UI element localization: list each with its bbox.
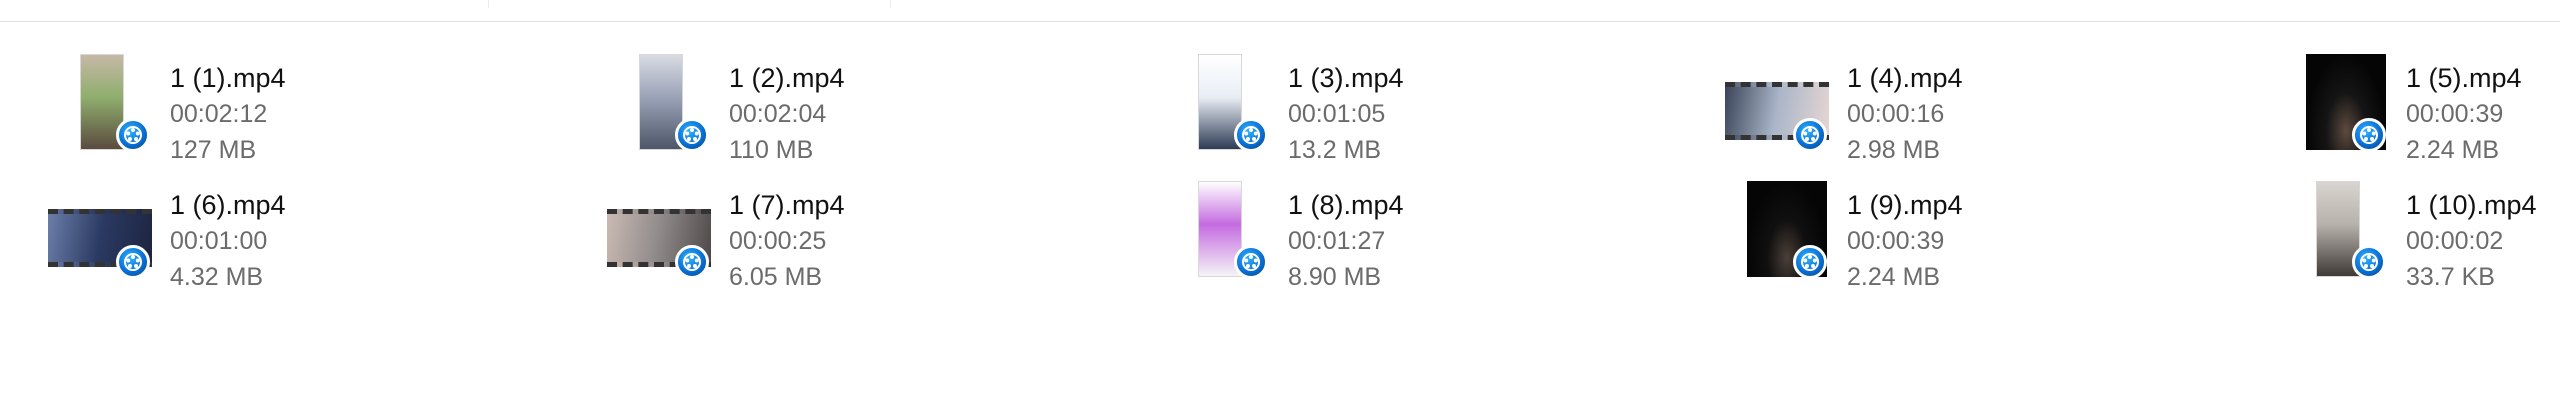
- file-name[interactable]: 1 (2).mp4: [729, 60, 845, 96]
- qq-video-badge-icon: [675, 118, 709, 152]
- video-thumbnail[interactable]: [607, 54, 713, 154]
- video-thumbnail[interactable]: [607, 181, 713, 281]
- video-thumbnail[interactable]: [48, 54, 154, 154]
- file-duration: 00:00:16: [1847, 100, 1945, 128]
- file-details: 1 (9).mp4 00:00:39 2.24 MB: [1847, 187, 1963, 295]
- file-explorer-view: 1 (1).mp4 00:02:12 127 MB 1 (2).mp4 00:02:04…: [0, 0, 2560, 405]
- qq-video-badge-icon: [116, 245, 150, 279]
- file-name[interactable]: 1 (9).mp4: [1847, 187, 1963, 223]
- video-thumbnail[interactable]: [1166, 181, 1272, 281]
- column-divider[interactable]: [488, 0, 489, 8]
- qq-video-badge-icon: [2352, 245, 2386, 279]
- file-duration: 00:01:27: [1288, 227, 1386, 255]
- file-duration: 00:00:25: [729, 227, 827, 255]
- qq-video-badge-icon: [1793, 245, 1827, 279]
- file-duration: 00:00:39: [2406, 100, 2504, 128]
- video-thumbnail[interactable]: [2284, 54, 2390, 154]
- qq-video-badge-icon: [2352, 118, 2386, 152]
- file-details: 1 (7).mp4 00:00:25 6.05 MB: [729, 187, 845, 295]
- qq-video-badge-icon: [1234, 245, 1268, 279]
- file-item[interactable]: 1 (3).mp4 00:01:05 13.2 MB: [1146, 36, 1686, 164]
- file-details: 1 (8).mp4 00:01:27 8.90 MB: [1288, 187, 1404, 295]
- file-details: 1 (4).mp4 00:00:16 2.98 MB: [1847, 60, 1963, 168]
- file-name[interactable]: 1 (8).mp4: [1288, 187, 1404, 223]
- file-item[interactable]: 1 (5).mp4 00:00:39 2.24 MB: [2264, 36, 2560, 164]
- file-size: 6.05 MB: [729, 263, 823, 291]
- file-item[interactable]: 1 (10).mp4 00:00:02 33.7 KB: [2264, 163, 2560, 291]
- file-name[interactable]: 1 (6).mp4: [170, 187, 286, 223]
- file-details: 1 (10).mp4 00:00:02 33.7 KB: [2406, 187, 2537, 295]
- file-name[interactable]: 1 (4).mp4: [1847, 60, 1963, 96]
- file-item[interactable]: 1 (1).mp4 00:02:12 127 MB: [28, 36, 568, 164]
- file-duration: 00:02:04: [729, 100, 827, 128]
- file-size: 33.7 KB: [2406, 263, 2495, 291]
- file-duration: 00:02:12: [170, 100, 268, 128]
- video-thumbnail[interactable]: [1725, 54, 1831, 154]
- qq-video-badge-icon: [1234, 118, 1268, 152]
- file-item[interactable]: 1 (8).mp4 00:01:27 8.90 MB: [1146, 163, 1686, 291]
- file-item[interactable]: 1 (2).mp4 00:02:04 110 MB: [587, 36, 1127, 164]
- file-size: 2.24 MB: [1847, 263, 1941, 291]
- file-name[interactable]: 1 (3).mp4: [1288, 60, 1404, 96]
- video-thumbnail[interactable]: [48, 181, 154, 281]
- file-duration: 00:00:02: [2406, 227, 2504, 255]
- file-item[interactable]: 1 (6).mp4 00:01:00 4.32 MB: [28, 163, 568, 291]
- file-duration: 00:00:39: [1847, 227, 1945, 255]
- file-details: 1 (1).mp4 00:02:12 127 MB: [170, 60, 286, 168]
- file-name[interactable]: 1 (7).mp4: [729, 187, 845, 223]
- video-thumbnail[interactable]: [1725, 181, 1831, 281]
- file-name[interactable]: 1 (1).mp4: [170, 60, 286, 96]
- file-item[interactable]: 1 (7).mp4 00:00:25 6.05 MB: [587, 163, 1127, 291]
- column-divider[interactable]: [890, 0, 891, 8]
- file-duration: 00:01:00: [170, 227, 268, 255]
- file-details: 1 (5).mp4 00:00:39 2.24 MB: [2406, 60, 2522, 168]
- file-duration: 00:01:05: [1288, 100, 1386, 128]
- qq-video-badge-icon: [675, 245, 709, 279]
- file-size: 8.90 MB: [1288, 263, 1382, 291]
- column-header-strip: [0, 0, 2560, 22]
- video-thumbnail[interactable]: [1166, 54, 1272, 154]
- file-details: 1 (2).mp4 00:02:04 110 MB: [729, 60, 845, 168]
- video-thumbnail[interactable]: [2284, 181, 2390, 281]
- file-details: 1 (6).mp4 00:01:00 4.32 MB: [170, 187, 286, 295]
- file-size: 4.32 MB: [170, 263, 264, 291]
- qq-video-badge-icon: [116, 118, 150, 152]
- file-item[interactable]: 1 (9).mp4 00:00:39 2.24 MB: [1705, 163, 2245, 291]
- qq-video-badge-icon: [1793, 118, 1827, 152]
- file-name[interactable]: 1 (10).mp4: [2406, 187, 2537, 223]
- file-item[interactable]: 1 (4).mp4 00:00:16 2.98 MB: [1705, 36, 2245, 164]
- file-details: 1 (3).mp4 00:01:05 13.2 MB: [1288, 60, 1404, 168]
- file-name[interactable]: 1 (5).mp4: [2406, 60, 2522, 96]
